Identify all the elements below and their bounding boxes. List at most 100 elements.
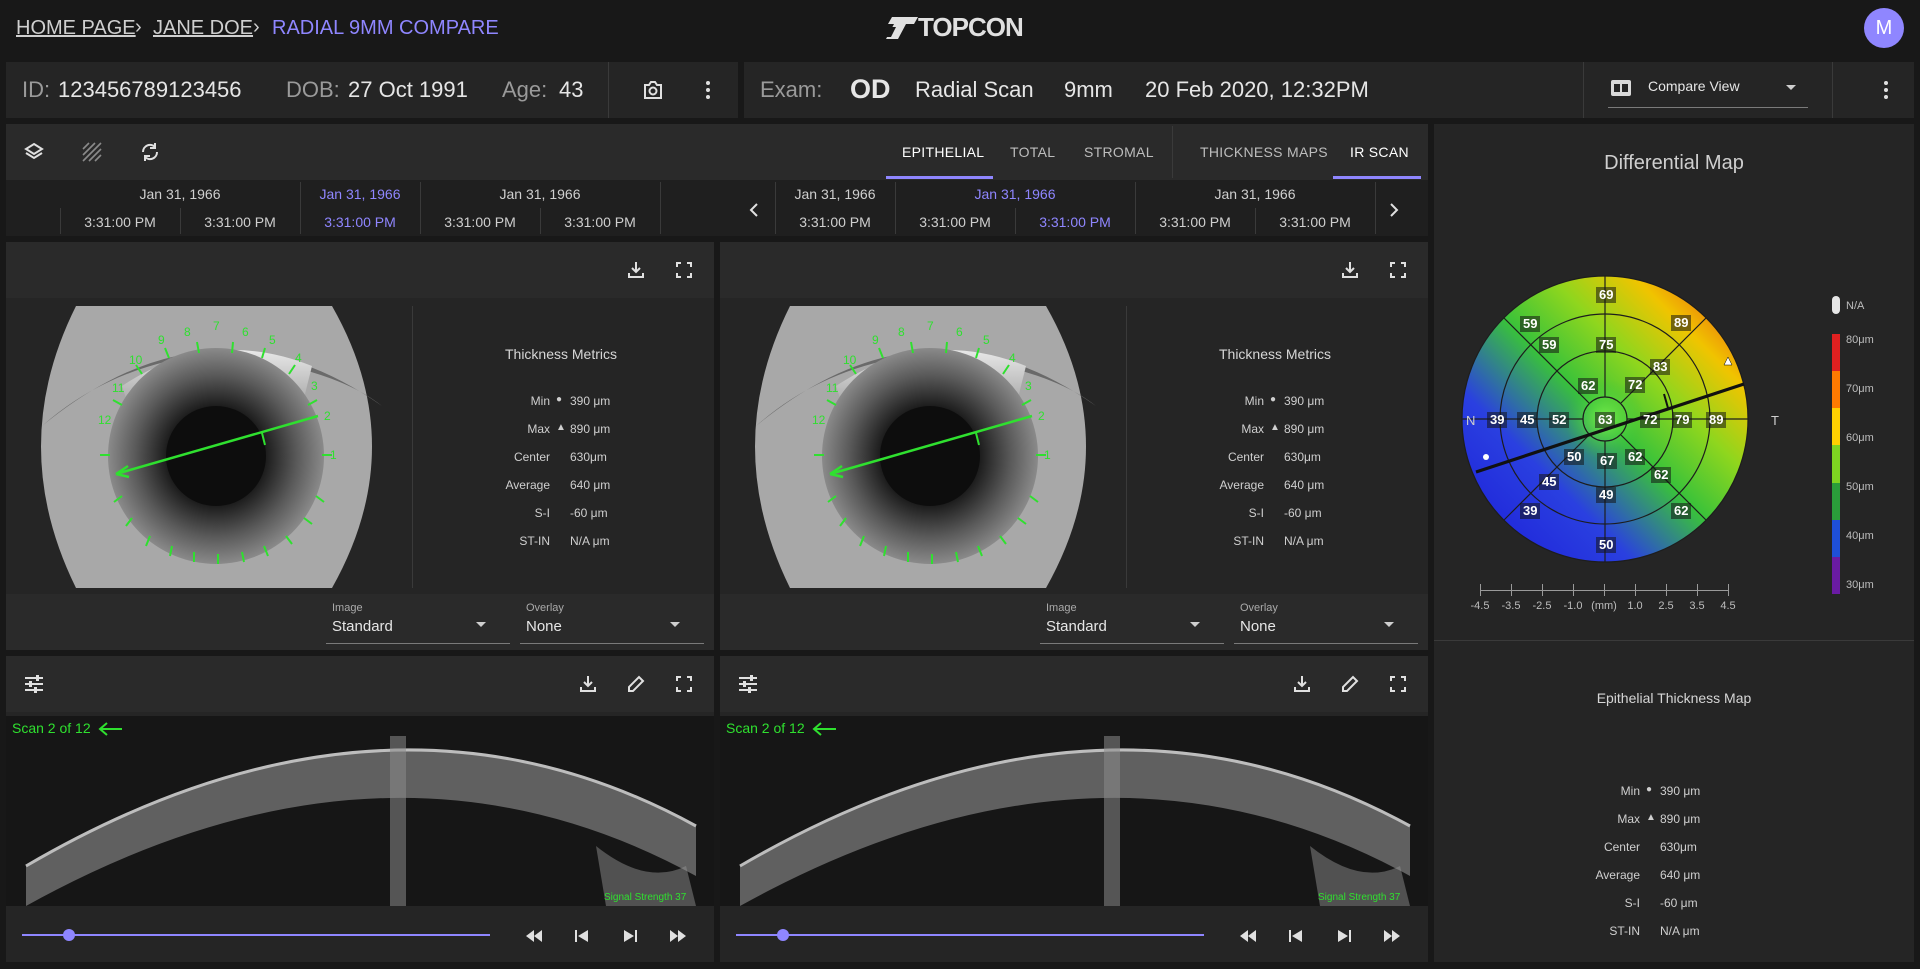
clock-number: 4 <box>295 351 302 365</box>
tab-stromal[interactable]: STROMAL <box>1084 144 1154 160</box>
download-icon[interactable] <box>576 672 600 696</box>
timeline-date: Jan 31, 1966 <box>499 186 581 202</box>
fast-forward-icon[interactable] <box>666 924 690 948</box>
fullscreen-icon[interactable] <box>672 258 696 282</box>
metric-value: 630μm <box>1660 840 1697 854</box>
map-value: 49 <box>1596 487 1617 503</box>
metric-label: S-I <box>534 506 550 520</box>
exam-size: 9mm <box>1064 77 1113 102</box>
scan-slider-thumb[interactable] <box>62 929 75 941</box>
timeline-time[interactable]: 3:31:00 PM <box>775 214 895 230</box>
skip-previous-icon[interactable] <box>1284 924 1308 948</box>
fast-rewind-icon[interactable] <box>1236 924 1260 948</box>
overlay-select[interactable]: Overlay None <box>520 600 704 644</box>
more-vert-icon[interactable] <box>694 76 722 104</box>
divider <box>412 306 413 588</box>
scale-tick-label: -3.5 <box>1501 600 1521 612</box>
scan-slider-thumb[interactable] <box>776 929 789 941</box>
legend-label: 40μm <box>1846 530 1874 542</box>
view-select[interactable]: Compare View <box>1608 70 1808 108</box>
metric-label: Center <box>513 450 550 464</box>
camera-icon[interactable] <box>639 76 667 104</box>
timeline-time-selected[interactable]: 3:31:00 PM <box>1015 214 1135 230</box>
timeline-time[interactable]: 3:31:00 PM <box>180 214 300 230</box>
scan-index-label: Scan 2 of 12 <box>12 720 91 736</box>
timeline-time[interactable]: 3:31:00 PM <box>540 214 660 230</box>
scale-tick <box>1573 584 1574 596</box>
max-marker-icon: ▲ <box>1270 422 1280 433</box>
clock-number: 9 <box>158 333 165 347</box>
metric-label: S-I <box>1248 506 1264 520</box>
map-value: 89 <box>1671 315 1692 331</box>
clock-ticks <box>100 341 332 564</box>
sync-icon[interactable] <box>136 138 164 166</box>
tune-icon[interactable] <box>736 672 760 696</box>
breadcrumb-current: RADIAL 9MM COMPARE <box>272 17 499 39</box>
clock-number: 6 <box>956 325 963 339</box>
timeline-divider <box>1015 208 1016 234</box>
tab-ir-scan[interactable]: IR SCAN <box>1350 144 1409 160</box>
metric-value: 640 μm <box>570 478 611 492</box>
download-icon[interactable] <box>1338 258 1362 282</box>
scan-slider-track[interactable] <box>736 934 1204 936</box>
select-underline <box>520 643 704 644</box>
image-select[interactable]: Image Standard <box>1040 600 1224 644</box>
tab-thickness-maps[interactable]: THICKNESS MAPS <box>1200 144 1328 160</box>
edit-icon[interactable] <box>1338 672 1362 696</box>
breadcrumb-patient[interactable]: JANE DOE <box>153 17 253 40</box>
color-scale-segment <box>1832 334 1840 372</box>
skip-next-icon[interactable] <box>618 924 642 948</box>
more-vert-icon[interactable] <box>1872 76 1900 104</box>
tab-total[interactable]: TOTAL <box>1010 144 1055 160</box>
edit-icon[interactable] <box>624 672 648 696</box>
scan-slider-track[interactable] <box>22 934 490 936</box>
timeline-time[interactable]: 3:31:00 PM <box>1255 214 1375 230</box>
timeline-time[interactable]: 3:31:00 PM <box>420 214 540 230</box>
clock-number: 12 <box>812 413 826 427</box>
oct-panel-header <box>720 656 1428 712</box>
topcon-logo-mark <box>885 16 918 39</box>
metric-value: 640 μm <box>1660 868 1701 882</box>
fast-forward-icon[interactable] <box>1380 924 1404 948</box>
avatar[interactable]: M <box>1864 8 1904 48</box>
metric-label: S-I <box>1624 896 1640 910</box>
download-icon[interactable] <box>624 258 648 282</box>
metric-label: Average <box>1219 478 1264 492</box>
timeline-time[interactable]: 3:31:00 PM <box>895 214 1015 230</box>
exam-datetime: 20 Feb 2020, 12:32PM <box>1145 77 1369 102</box>
tune-icon[interactable] <box>22 672 46 696</box>
fullscreen-icon[interactable] <box>1386 258 1410 282</box>
timeline-time-selected[interactable]: 3:31:00 PM <box>300 214 420 230</box>
timeline-time[interactable]: 3:31:00 PM <box>60 214 180 230</box>
timeline-time[interactable]: 3:31:00 PM <box>1135 214 1255 230</box>
breadcrumb-home[interactable]: HOME PAGE <box>16 17 136 40</box>
image-select-value: Standard <box>332 618 393 635</box>
metric-value: 390 μm <box>1660 784 1701 798</box>
chevron-right-icon[interactable] <box>1382 196 1406 224</box>
download-icon[interactable] <box>1290 672 1314 696</box>
map-value: 39 <box>1520 503 1541 519</box>
scale-tick-label: 4.5 <box>1720 600 1736 612</box>
timeline-date-selected: Jan 31, 1966 <box>974 186 1056 202</box>
fast-rewind-icon[interactable] <box>522 924 546 948</box>
divider <box>1434 640 1914 641</box>
breadcrumb-separator: › <box>253 16 260 38</box>
hatch-icon[interactable] <box>78 138 106 166</box>
map-value: 79 <box>1672 412 1693 428</box>
skip-next-icon[interactable] <box>1332 924 1356 948</box>
min-marker-icon: ● <box>556 394 563 405</box>
metric-value: 390 μm <box>570 394 611 408</box>
chevron-left-icon[interactable] <box>742 196 766 224</box>
skip-previous-icon[interactable] <box>570 924 594 948</box>
overlay-select[interactable]: Overlay None <box>1234 600 1418 644</box>
timeline-divider <box>300 182 301 234</box>
fullscreen-icon[interactable] <box>672 672 696 696</box>
fullscreen-icon[interactable] <box>1386 672 1410 696</box>
image-select[interactable]: Image Standard <box>326 600 510 644</box>
signal-strength: Signal Strength 37 <box>1318 892 1401 903</box>
max-marker-icon: ▲ <box>556 422 566 433</box>
layers-icon[interactable] <box>20 138 48 166</box>
scale-tick-label: (mm) <box>1591 600 1617 612</box>
clock-number: 7 <box>213 319 220 333</box>
tab-epithelial[interactable]: EPITHELIAL <box>902 144 984 160</box>
